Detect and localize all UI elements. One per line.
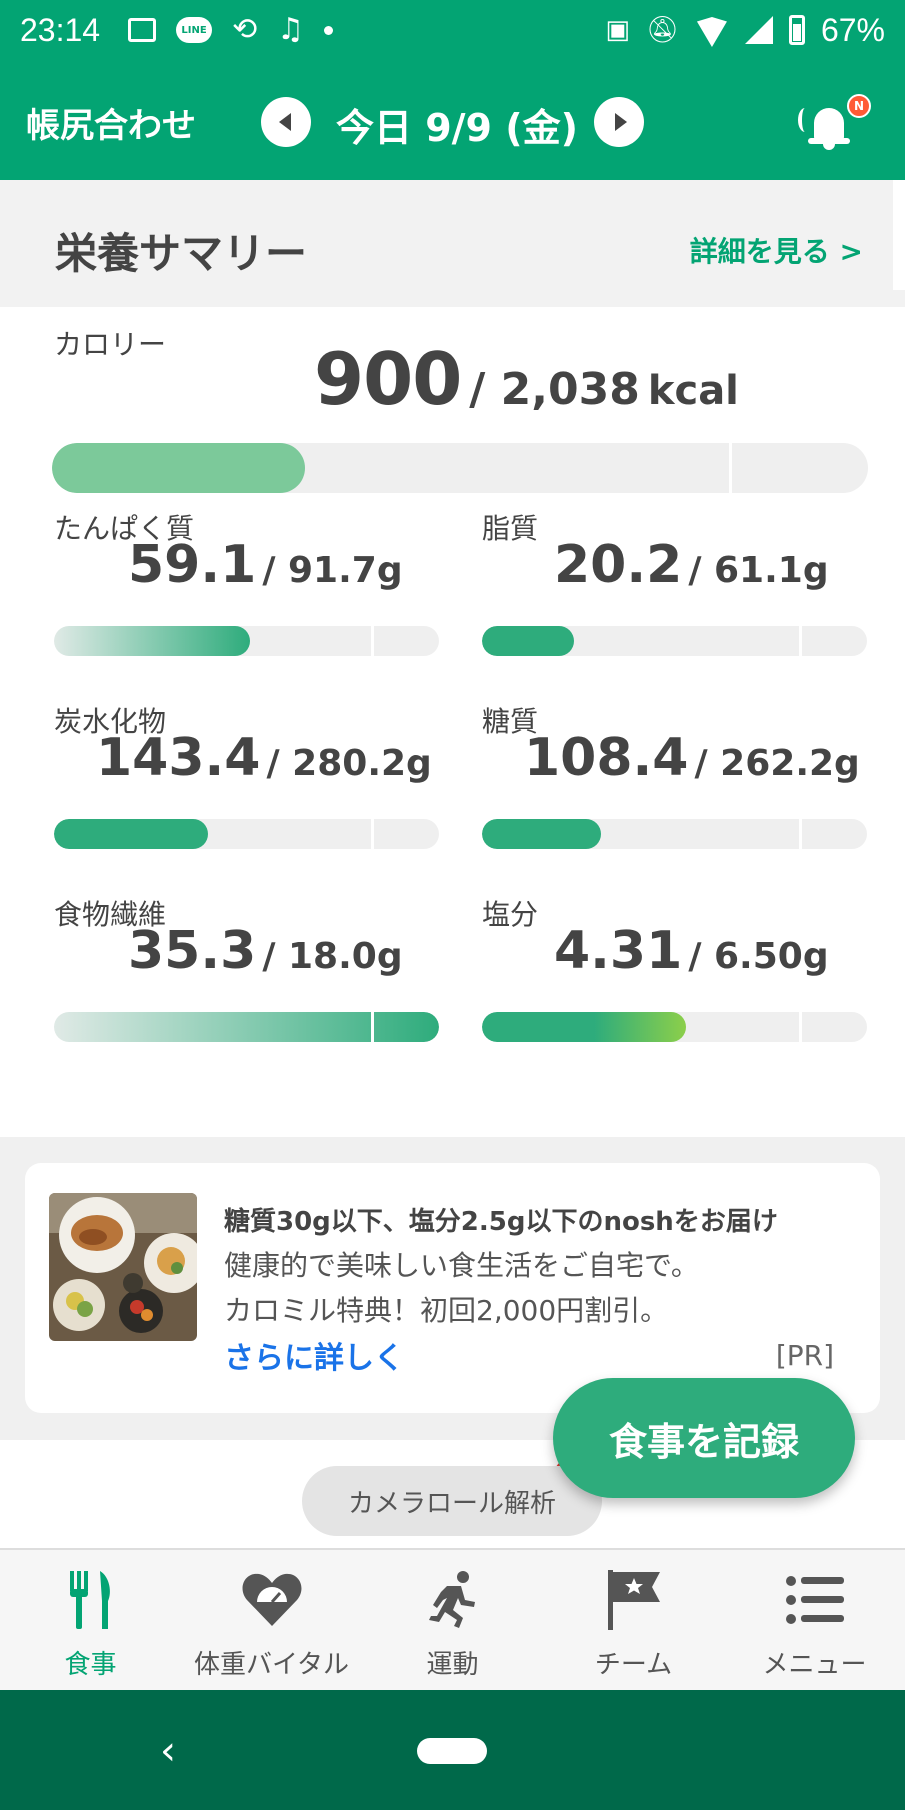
nutrient-value: 20.2	[554, 535, 683, 595]
battery-icon	[788, 15, 805, 45]
calorie-progress-fill	[52, 443, 305, 493]
notification-badge: N	[847, 94, 871, 118]
sync-icon: ⟲	[232, 12, 258, 47]
ad-card[interactable]: 糖質30g以下、塩分2.5g以下のnoshをお届け 健康的で美味しい食生活をご自…	[25, 1163, 880, 1413]
calorie-value: 900	[314, 337, 462, 421]
nav-item-weight-vital[interactable]: 体重バイタル	[181, 1568, 362, 1681]
status-time: 23:14	[20, 11, 101, 48]
running-icon	[362, 1568, 543, 1632]
calorie-progress-bar	[52, 443, 868, 493]
music-note-icon: ♫	[277, 12, 305, 47]
nutrient-value: 108.4	[524, 728, 689, 788]
nutrient-goal: / 18.0g	[262, 936, 403, 977]
current-date[interactable]: 今日 9/9 (金)	[336, 97, 578, 152]
nutrient-value: 35.3	[128, 921, 257, 981]
home-button[interactable]	[417, 1738, 487, 1764]
balance-adjust-button[interactable]: 帳尻合わせ	[26, 98, 196, 147]
system-nav-bar: ‹	[0, 1690, 905, 1810]
bell-ring-icon	[798, 108, 812, 132]
calorie-values: 900 / 2,038 kcal	[314, 337, 739, 421]
nutrient-value: 143.4	[96, 728, 261, 788]
record-meal-button[interactable]: 食事を記録	[553, 1378, 855, 1498]
nutrient-progress-fill	[482, 1012, 687, 1042]
bell-icon	[814, 108, 844, 140]
nutrient-progress-bar	[482, 1012, 867, 1042]
nutrient-progress-bar	[482, 819, 867, 849]
nutrient-progress-bar	[54, 626, 439, 656]
nutrient-value: 59.1	[128, 535, 257, 595]
nutrient-progress-fill	[54, 626, 251, 656]
vibrate-icon: ▣	[605, 15, 630, 45]
cell-signal-icon	[744, 16, 773, 44]
app-header: 帳尻合わせ 今日 9/9 (金) N	[0, 60, 905, 180]
chevron-right-icon	[614, 113, 627, 131]
ad-pr-label: [PR]	[775, 1339, 834, 1372]
nutrient-progress-fill	[482, 819, 602, 849]
nav-item-meal[interactable]: 食事	[0, 1568, 181, 1681]
nutrient-label: 脂質	[482, 512, 539, 545]
nutrient-progress-fill	[54, 1012, 439, 1042]
notification-bell-button[interactable]: N	[798, 94, 871, 152]
nutrient-goal: / 91.7g	[262, 550, 403, 591]
summary-header: 栄養サマリー 詳細を見る >	[0, 180, 905, 307]
fork-knife-icon	[0, 1568, 181, 1632]
nutrient-values: 108.4/ 262.2g	[524, 728, 860, 788]
nav-item-team[interactable]: チーム	[543, 1568, 724, 1681]
nutrient-progress-bar	[54, 1012, 439, 1042]
nutrient-values: 4.31/ 6.50g	[554, 921, 829, 981]
nutrient-progress-bar	[54, 819, 439, 849]
flag-icon	[543, 1568, 724, 1632]
line-app-icon: LINE	[176, 17, 213, 43]
bottom-nav: 食事 体重バイタル 運動 チーム メニュー	[0, 1548, 905, 1690]
nav-item-exercise[interactable]: 運動	[362, 1568, 543, 1681]
nav-label: 運動	[426, 1650, 479, 1680]
ad-food-image	[49, 1193, 197, 1341]
notification-icons: LINE ⟲ ♫	[128, 12, 334, 47]
nav-label: 体重バイタル	[194, 1650, 349, 1680]
calorie-unit: kcal	[647, 368, 739, 414]
nutrient-value: 4.31	[554, 921, 683, 981]
nutrient-values: 59.1/ 91.7g	[128, 535, 403, 595]
nutrient-values: 143.4/ 280.2g	[96, 728, 432, 788]
summary-title: 栄養サマリー	[55, 229, 308, 278]
nutrient-goal: / 280.2g	[266, 743, 432, 784]
ad-text-line: 健康的で美味しい食生活をご自宅で。	[224, 1249, 699, 1282]
calorie-label: カロリー	[54, 328, 167, 361]
nutrient-progress-fill	[482, 626, 575, 656]
nutrient-goal: / 262.2g	[694, 743, 860, 784]
nutrient-progress-fill	[54, 819, 208, 849]
more-notifications-dot-icon	[324, 25, 334, 35]
ad-title: 糖質30g以下、塩分2.5g以下のnoshをお届け	[224, 1207, 778, 1237]
nav-label: メニュー	[762, 1650, 867, 1680]
camera-roll-analysis-button[interactable]: カメラロール解析	[302, 1466, 602, 1536]
wifi-icon	[695, 15, 729, 45]
nutrient-goal: / 6.50g	[688, 936, 829, 977]
ad-text-line: カロミル特典！初回2,000円割引。	[224, 1294, 669, 1327]
system-icons: ▣ 🔕︎ 67%	[605, 12, 885, 49]
heart-scale-icon	[181, 1568, 362, 1632]
calorie-goal: / 2,038	[469, 364, 640, 415]
nutrient-label: 塩分	[482, 898, 539, 931]
nutrient-goal: / 61.1g	[688, 550, 829, 591]
nav-item-menu[interactable]: メニュー	[724, 1568, 905, 1681]
nutrient-values: 35.3/ 18.0g	[128, 921, 403, 981]
list-icon	[724, 1568, 905, 1632]
nutrition-card: カロリー 900 / 2,038 kcal たんぱく質 59.1/ 91.7g …	[0, 307, 905, 1137]
nav-label: チーム	[594, 1650, 673, 1680]
nav-label: 食事	[64, 1650, 117, 1680]
next-day-button[interactable]	[594, 97, 644, 147]
status-bar: 23:14 LINE ⟲ ♫ ▣ 🔕︎ 67%	[0, 0, 905, 60]
chevron-left-icon	[278, 113, 291, 131]
nutrient-values: 20.2/ 61.1g	[554, 535, 829, 595]
ad-more-link[interactable]: さらに詳しく	[224, 1333, 404, 1377]
battery-percent: 67%	[820, 11, 885, 48]
previous-day-button[interactable]	[261, 97, 311, 147]
gallery-icon	[128, 18, 157, 42]
bell-off-icon: 🔕︎	[645, 15, 679, 45]
back-icon[interactable]: ‹	[160, 1728, 176, 1774]
view-details-link[interactable]: 詳細を見る >	[690, 230, 863, 270]
nutrient-progress-bar	[482, 626, 867, 656]
